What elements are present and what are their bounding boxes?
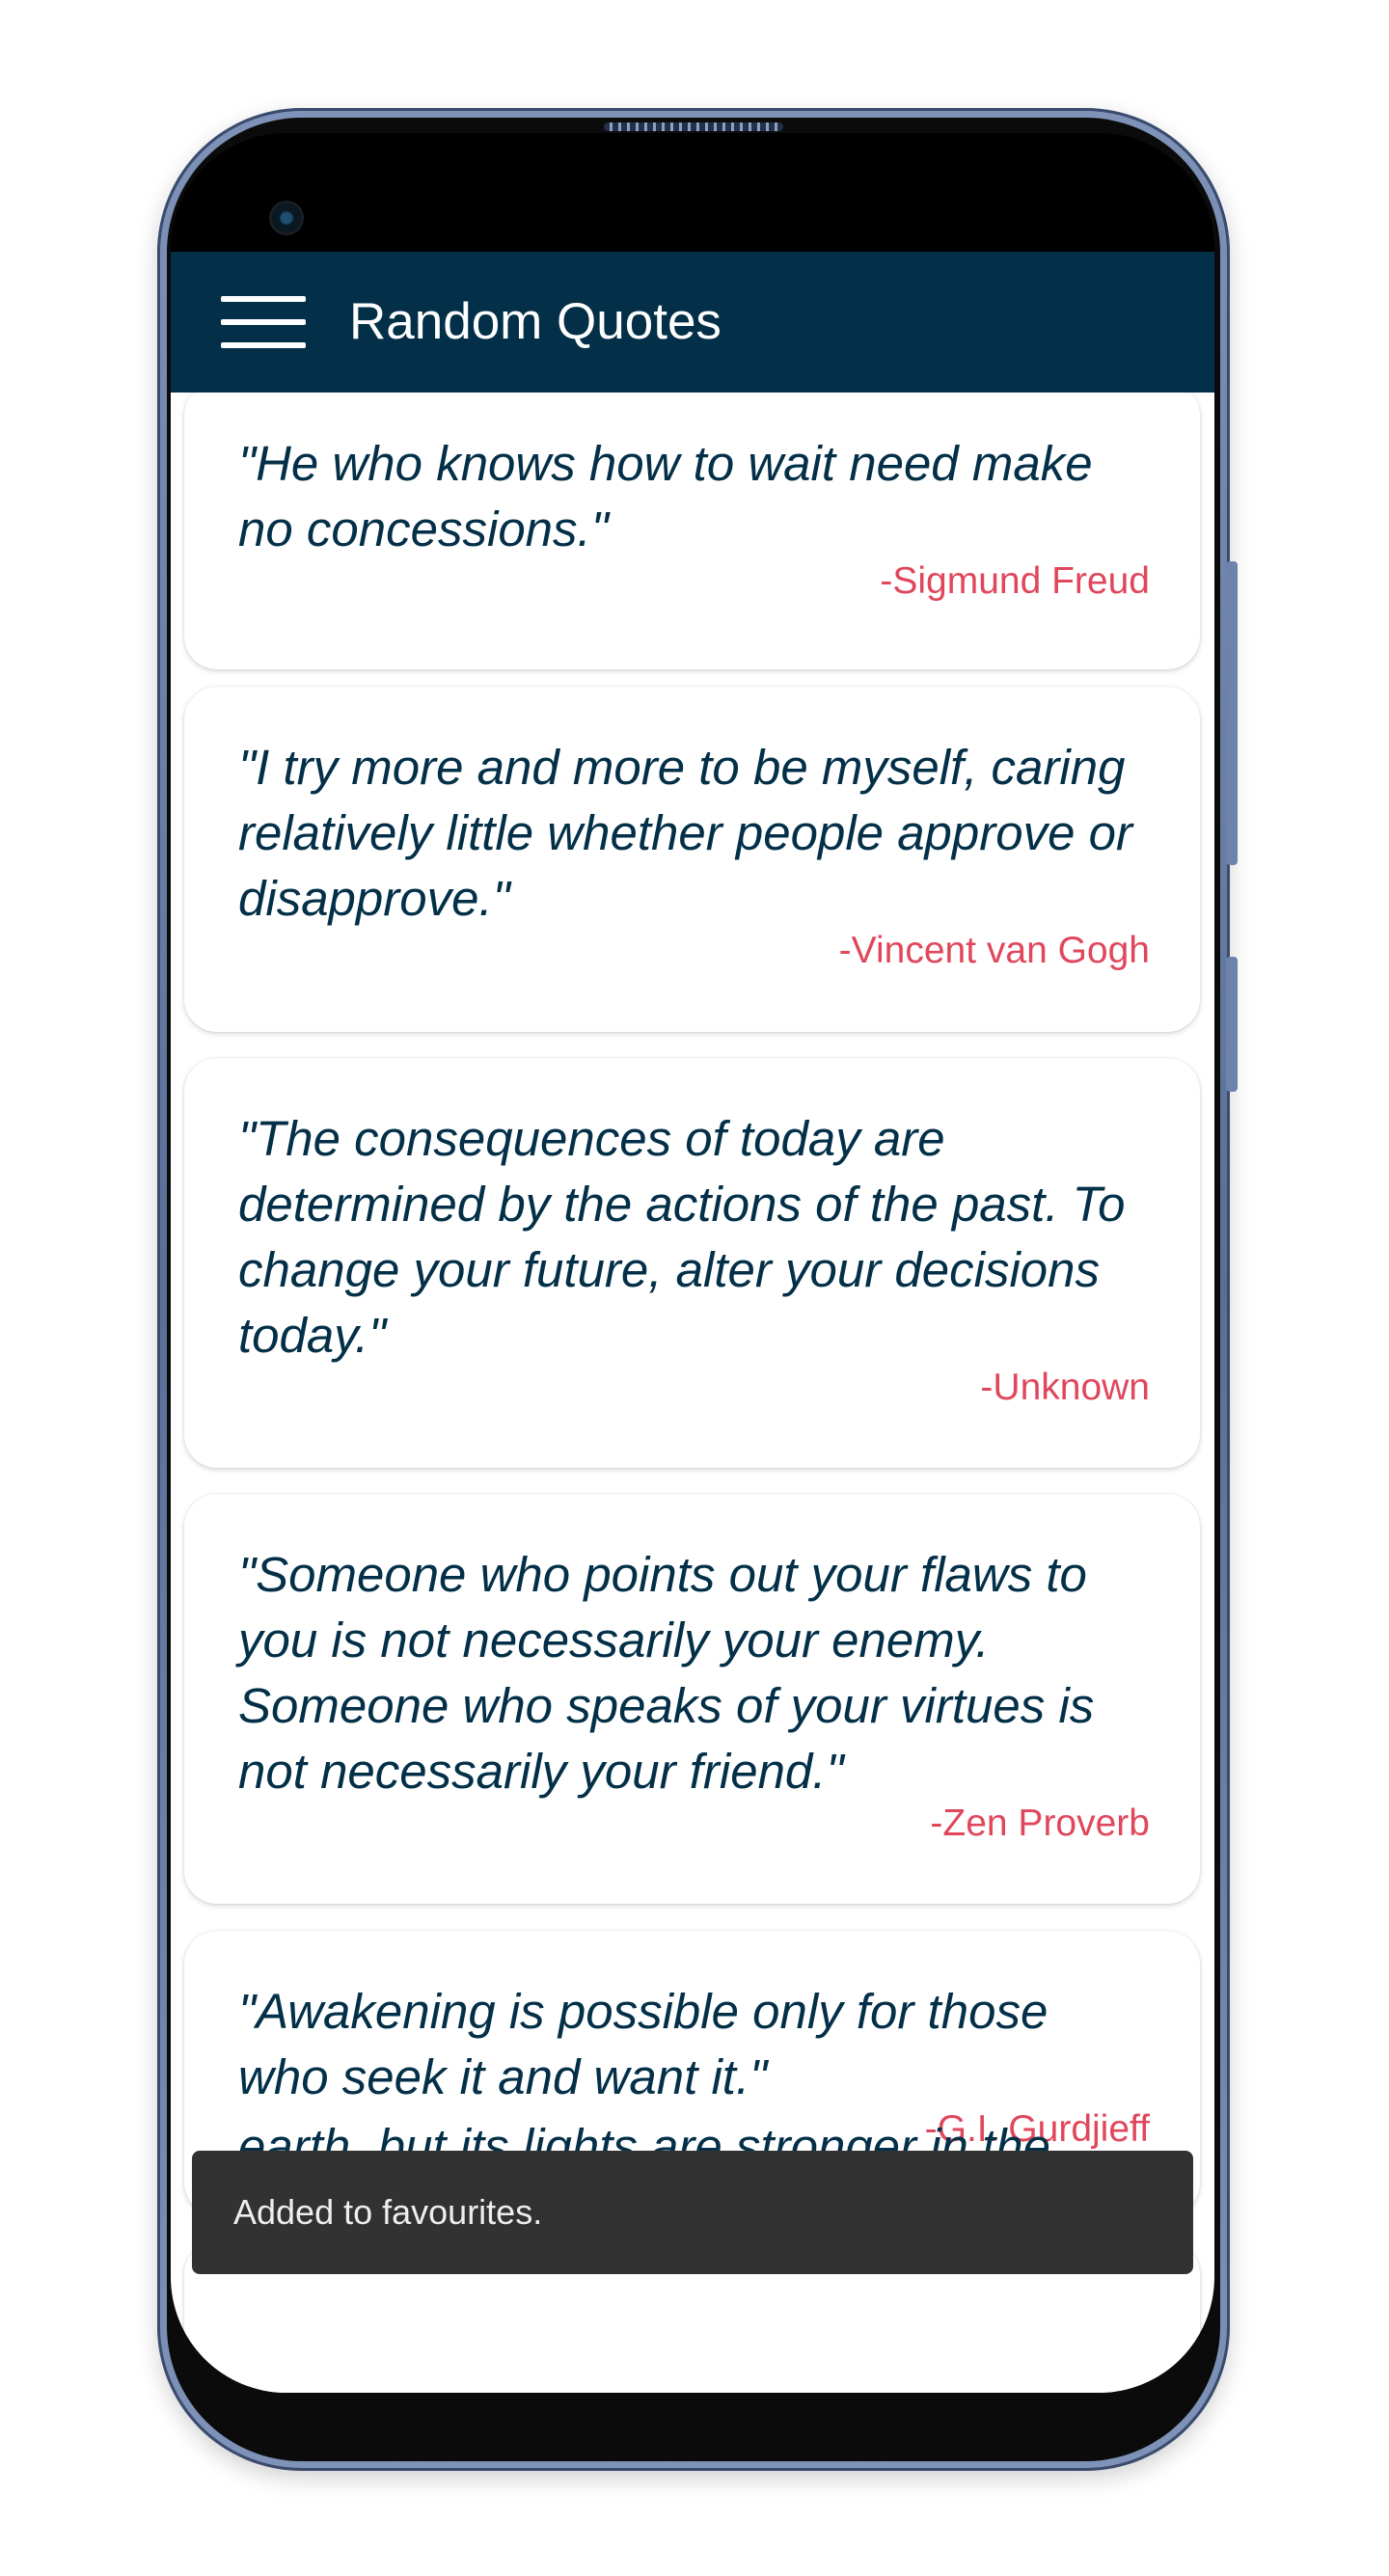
- app-bar: Random Quotes: [171, 252, 1214, 393]
- quote-text: "Awakening is possible only for those wh…: [238, 1984, 1049, 2104]
- front-camera-icon: [269, 201, 304, 235]
- status-bar: [171, 133, 1214, 252]
- earpiece-speaker: [604, 122, 783, 131]
- phone-screen: Random Quotes "He who knows how to wait …: [171, 133, 1214, 2393]
- quote-card[interactable]: "The consequences of today are determine…: [184, 1058, 1200, 1468]
- snackbar-message: Added to favourites.: [233, 2192, 543, 2232]
- hamburger-menu-icon[interactable]: [221, 296, 308, 350]
- quote-text: "Someone who points out your flaws to yo…: [238, 1547, 1095, 1799]
- quote-list[interactable]: "He who knows how to wait need make no c…: [171, 393, 1214, 2393]
- snackbar: Added to favourites.: [192, 2151, 1193, 2274]
- quote-text: "The consequences of today are determine…: [238, 1111, 1126, 1363]
- power-button: [1226, 561, 1238, 865]
- quote-author: -Sigmund Freud: [880, 560, 1150, 602]
- app-title: Random Quotes: [349, 293, 722, 350]
- quote-author: -Unknown: [980, 1367, 1150, 1408]
- quote-card[interactable]: "He who knows how to wait need make no c…: [184, 393, 1200, 669]
- quote-card[interactable]: "I try more and more to be myself, carin…: [184, 687, 1200, 1032]
- quote-card[interactable]: "Someone who points out your flaws to yo…: [184, 1494, 1200, 1904]
- quote-author: -Vincent van Gogh: [838, 930, 1150, 971]
- quote-text: "I try more and more to be myself, carin…: [238, 740, 1133, 926]
- quote-text: "He who knows how to wait need make no c…: [238, 436, 1093, 556]
- volume-button: [1226, 957, 1238, 1092]
- quote-author: -Zen Proverb: [930, 1803, 1150, 1844]
